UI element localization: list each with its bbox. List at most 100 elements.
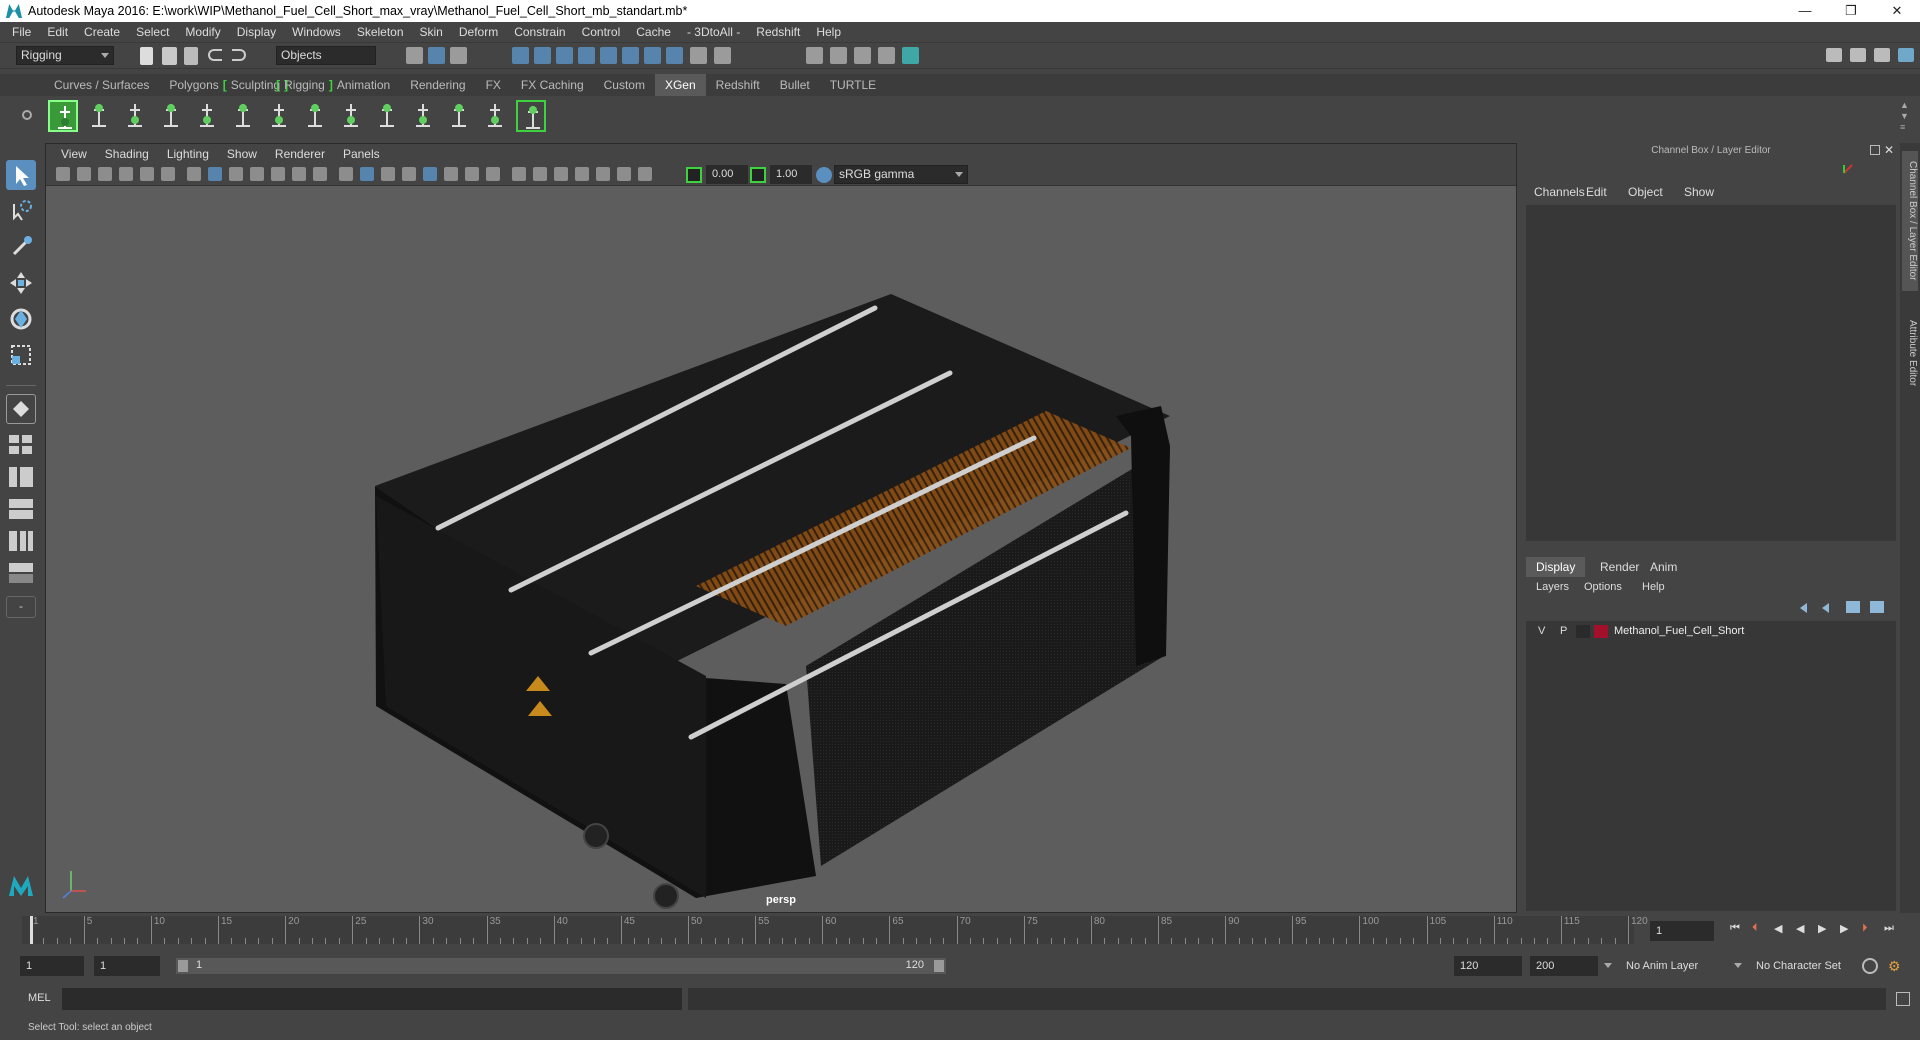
render-frame-icon[interactable] (806, 47, 823, 64)
four-view-layout-icon[interactable] (6, 432, 36, 458)
hud-icon[interactable] (638, 167, 652, 181)
layer-menu-options[interactable]: Options (1584, 581, 1622, 593)
clump-guides-icon[interactable] (408, 100, 438, 132)
lock-icon[interactable] (690, 47, 707, 64)
current-time-indicator[interactable] (30, 916, 33, 944)
color-management-icon[interactable] (816, 167, 832, 183)
shelf-tab-polygons[interactable]: Polygons (159, 74, 228, 96)
create-empty-layer-icon[interactable] (1846, 601, 1860, 613)
move-layer-down-icon[interactable] (1822, 603, 1829, 613)
menu-3dtoall[interactable]: - 3DtoAll - (679, 25, 748, 39)
menu-control[interactable]: Control (574, 25, 629, 39)
undo-icon[interactable] (208, 49, 222, 61)
select-tool-icon[interactable] (6, 160, 36, 190)
wireframe-icon[interactable] (339, 167, 353, 181)
script-editor-icon[interactable] (1896, 992, 1910, 1006)
viewport-menu-shading[interactable]: Shading (96, 147, 158, 161)
render-view-icon[interactable] (854, 47, 871, 64)
character-set-dropdown[interactable]: No Character Set (1750, 956, 1864, 976)
menu-modify[interactable]: Modify (177, 25, 228, 39)
safe-title-icon[interactable] (313, 167, 327, 181)
play-backward-icon[interactable]: ◀ (1796, 922, 1804, 935)
play-forward-icon[interactable]: ▶ (1818, 922, 1826, 935)
redo-icon[interactable] (232, 49, 246, 61)
menu-skeleton[interactable]: Skeleton (349, 25, 412, 39)
range-slider-end-handle[interactable] (934, 960, 944, 972)
new-scene-icon[interactable] (140, 47, 153, 65)
snap-curve-icon[interactable] (534, 47, 551, 64)
sculpt-guides-icon[interactable] (192, 100, 222, 132)
move-layer-up-icon[interactable] (1800, 603, 1807, 613)
safe-action-icon[interactable] (292, 167, 306, 181)
menu-help[interactable]: Help (808, 25, 849, 39)
shelf-tab-xgen[interactable]: XGen (654, 74, 706, 96)
select-by-object-icon[interactable] (428, 47, 445, 64)
shelf-scroll-icon[interactable]: ▲ ▼ ≡ (1900, 100, 1910, 134)
time-slider-track[interactable]: 1 5 10 15 20 25 30 35 40 45 50 55 60 65 70 75 80 85 90 95 10… (22, 916, 1648, 944)
shelf-tab-redshift[interactable]: Redshift (706, 74, 770, 96)
xray-icon[interactable] (423, 167, 437, 181)
shelf-tab-custom[interactable]: Custom (594, 74, 655, 96)
snap-together-icon[interactable] (622, 47, 639, 64)
grid-icon[interactable] (187, 167, 201, 181)
range-slider-bar[interactable]: 1 120 (176, 958, 946, 974)
side-tab-channel-box[interactable]: Channel Box / Layer Editor (1902, 151, 1918, 291)
menu-skin[interactable]: Skin (412, 25, 451, 39)
bookmark-icon[interactable] (98, 167, 112, 181)
auto-key-icon[interactable] (1862, 958, 1878, 974)
menu-cache[interactable]: Cache (628, 25, 679, 39)
lock-length-icon[interactable] (300, 100, 330, 132)
step-back-key-icon[interactable]: ⏴ (1752, 922, 1758, 935)
ambient-occlusion-icon[interactable] (486, 167, 500, 181)
animation-prefs-icon[interactable]: ⚙ (1888, 958, 1904, 974)
outliner-layout-icon[interactable] (6, 560, 36, 586)
channel-box-menu-object[interactable]: Object (1628, 185, 1663, 199)
construction-history-icon[interactable] (714, 47, 731, 64)
menu-constrain[interactable]: Constrain (506, 25, 573, 39)
shelf-tab-curves-surfaces[interactable]: Curves / Surfaces (44, 74, 159, 96)
shelf-tab-fx[interactable]: FX (476, 74, 511, 96)
snap-view-plane-icon[interactable] (578, 47, 595, 64)
menu-file[interactable]: File (4, 25, 39, 39)
hypershade-icon[interactable] (878, 47, 895, 64)
film-gate-icon[interactable] (208, 167, 222, 181)
move-guide-icon[interactable] (264, 100, 294, 132)
color-space-dropdown[interactable]: sRGB gamma (834, 165, 968, 184)
create-layer-from-selection-icon[interactable] (1870, 601, 1884, 613)
persp-outliner-layout-icon[interactable] (6, 464, 36, 490)
open-scene-icon[interactable] (162, 47, 177, 65)
layout-shortcuts-icon[interactable]: - (6, 596, 36, 618)
viewport-menu-lighting[interactable]: Lighting (158, 147, 218, 161)
field-chart-icon[interactable] (271, 167, 285, 181)
persp-graph-layout-icon[interactable] (6, 496, 36, 522)
xray-active-icon[interactable] (596, 167, 610, 181)
grease-pencil-icon[interactable] (161, 167, 175, 181)
close-button[interactable]: ✕ (1874, 0, 1920, 22)
float-panel-icon[interactable] (1870, 145, 1880, 155)
command-language-label[interactable]: MEL (28, 992, 51, 1004)
2d-pan-zoom-icon[interactable] (140, 167, 154, 181)
current-frame-field[interactable]: 1 (1650, 921, 1714, 941)
exposure-icon[interactable] (686, 167, 702, 183)
shadows-icon[interactable] (465, 167, 479, 181)
viewport-menu-show[interactable]: Show (218, 147, 266, 161)
add-guides-icon[interactable] (156, 100, 186, 132)
xgen-editor-icon[interactable] (48, 100, 78, 132)
menu-deform[interactable]: Deform (451, 25, 506, 39)
render-settings-status-icon[interactable] (902, 47, 919, 64)
shelf-tab-rigging[interactable]: Rigging (274, 74, 335, 96)
layer-playback-toggle[interactable]: P (1560, 625, 1567, 637)
modeling-toolkit-icon[interactable] (1850, 48, 1866, 62)
use-default-material-icon[interactable] (381, 167, 395, 181)
menu-redshift[interactable]: Redshift (748, 25, 808, 39)
layer-tab-display[interactable]: Display (1526, 557, 1586, 577)
layer-visibility-toggle[interactable]: V (1538, 625, 1545, 637)
layer-row[interactable]: V P Methanol_Fuel_Cell_Short (1526, 623, 1896, 641)
layer-menu-layers[interactable]: Layers (1536, 581, 1569, 593)
paint-select-tool-icon[interactable] (6, 232, 36, 262)
exposure-field[interactable]: 0.00 (706, 165, 748, 184)
create-description-icon[interactable] (84, 100, 114, 132)
isolate-select-icon[interactable] (575, 167, 589, 181)
screen-space-ao-icon[interactable] (617, 167, 631, 181)
select-camera-icon[interactable] (56, 167, 70, 181)
